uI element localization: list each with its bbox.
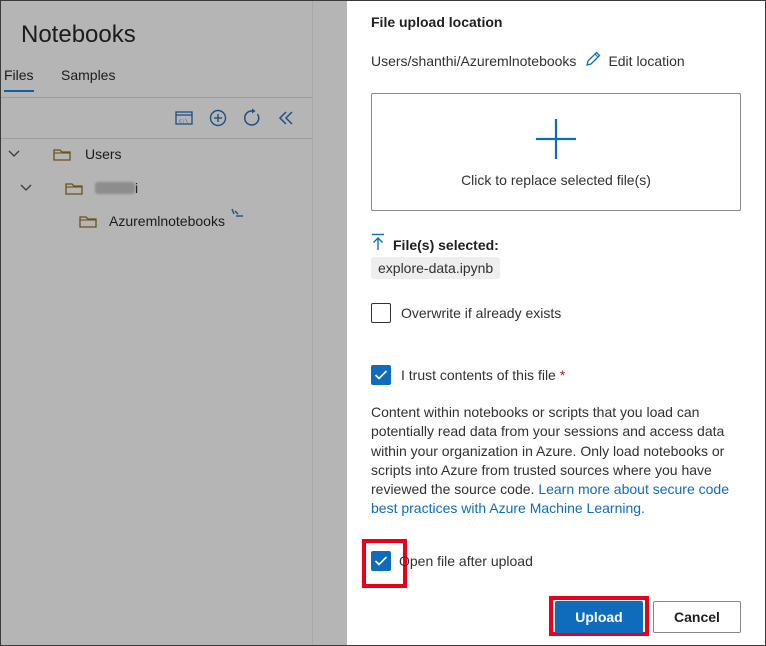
tab-samples[interactable]: Samples — [61, 67, 115, 83]
folder-icon — [65, 181, 83, 195]
overwrite-checkbox-row[interactable]: Overwrite if already exists — [371, 303, 561, 323]
overwrite-checkbox[interactable] — [371, 303, 391, 323]
open-after-checkbox-row[interactable]: Open file after upload — [371, 551, 533, 571]
trust-description: Content within notebooks or scripts that… — [371, 403, 743, 519]
redacted-username: i — [95, 180, 138, 196]
tree-item-users[interactable]: Users — [7, 146, 122, 162]
panel-divider — [312, 1, 313, 645]
required-mark: * — [559, 367, 566, 383]
upload-files-panel: File upload location Users/shanthi/Azure… — [347, 1, 765, 645]
svg-text:c:\: c:\ — [179, 119, 188, 125]
upload-location-label: File upload location — [371, 14, 503, 30]
tree-divider — [1, 138, 313, 139]
tree-item-label: Azuremlnotebooks — [109, 213, 225, 229]
chevron-down-icon[interactable] — [7, 150, 21, 158]
chevron-down-icon[interactable] — [19, 184, 33, 192]
pencil-icon — [584, 50, 602, 71]
trust-label: I trust contents of this file — [401, 367, 556, 383]
files-selected-label: File(s) selected: — [393, 236, 499, 253]
notebooks-panel: Notebooks Files Samples c:\ Users i Azur… — [1, 1, 347, 645]
edit-location-button[interactable]: Edit location — [584, 50, 685, 71]
file-dropzone[interactable]: Click to replace selected file(s) — [371, 93, 741, 211]
tab-files-label: Files — [4, 67, 34, 83]
tree-item-label: Users — [85, 146, 122, 162]
screenshot-frame: Notebooks Files Samples c:\ Users i Azur… — [0, 0, 766, 646]
tabs-divider — [1, 97, 313, 98]
active-tab-indicator — [4, 90, 34, 92]
overwrite-label: Overwrite if already exists — [401, 305, 562, 321]
collapse-icon[interactable] — [275, 107, 297, 129]
open-after-label: Open file after upload — [399, 553, 533, 569]
file-toolbar: c:\ — [173, 107, 297, 129]
cancel-button[interactable]: Cancel — [653, 601, 741, 633]
tree-item-azuremlnotebooks[interactable]: Azuremlnotebooks — [79, 208, 245, 229]
trust-checkbox[interactable] — [371, 365, 391, 385]
page-title: Notebooks — [21, 21, 136, 48]
refresh-icon[interactable] — [241, 107, 263, 129]
upload-button[interactable]: Upload — [555, 601, 643, 633]
upload-arrow-icon — [371, 233, 385, 256]
edit-location-label: Edit location — [608, 52, 685, 69]
loading-spinner-icon — [229, 207, 245, 226]
upload-location-path: Users/shanthi/Azuremlnotebooks — [371, 52, 577, 69]
terminal-icon[interactable]: c:\ — [173, 107, 195, 129]
folder-icon — [53, 147, 71, 161]
dropzone-text: Click to replace selected file(s) — [461, 171, 651, 188]
open-after-checkbox[interactable] — [371, 551, 391, 571]
trust-checkbox-row[interactable]: I trust contents of this file * — [371, 365, 565, 385]
selected-file-chip: explore-data.ipynb — [371, 257, 501, 279]
folder-icon — [79, 214, 97, 228]
add-icon — [534, 117, 578, 166]
checkmark-icon — [374, 370, 388, 380]
upload-location-row: Users/shanthi/Azuremlnotebooks Edit loca… — [371, 50, 685, 71]
tab-files[interactable]: Files — [4, 67, 34, 92]
checkmark-icon — [374, 556, 388, 566]
redaction-blur — [95, 182, 135, 194]
files-selected-header: File(s) selected: — [371, 233, 499, 256]
tab-samples-label: Samples — [61, 67, 116, 83]
tree-item-label: i — [135, 180, 139, 196]
tree-item-user-folder[interactable]: i — [19, 180, 138, 196]
add-icon[interactable] — [207, 107, 229, 129]
